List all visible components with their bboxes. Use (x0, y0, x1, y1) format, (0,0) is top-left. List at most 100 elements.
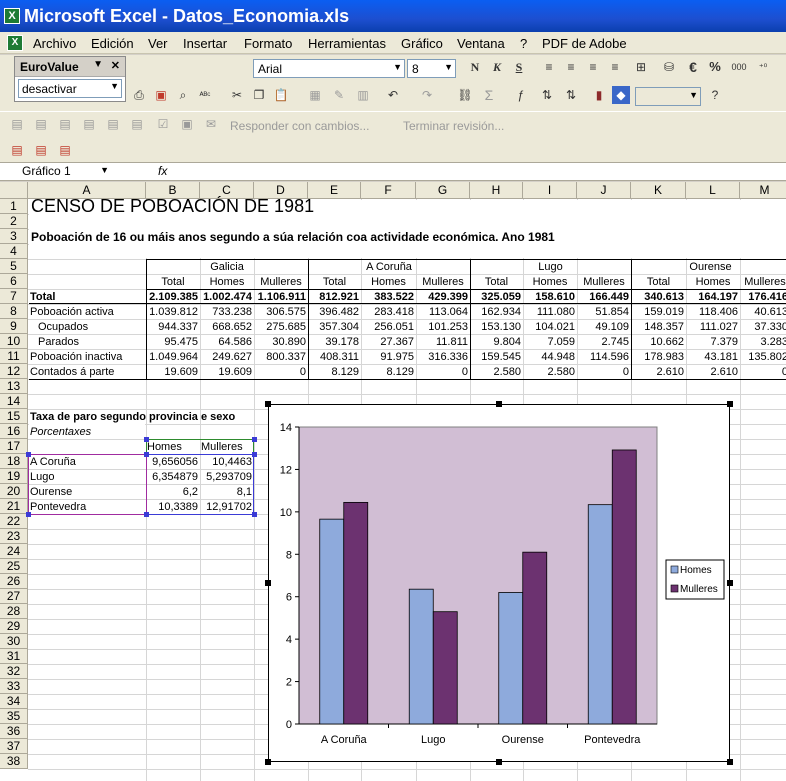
chart-resize-handle[interactable] (496, 401, 502, 407)
thousands-button[interactable]: 000 (728, 58, 750, 76)
increase-decimal-icon[interactable]: ⁺⁰ (754, 58, 772, 76)
bold-button[interactable]: N (466, 58, 484, 76)
spelling-icon[interactable]: ᴬᴮᶜ (196, 86, 214, 104)
menu-archivo[interactable]: Archivo (33, 36, 76, 51)
close-icon[interactable]: ✕ (111, 59, 120, 73)
print-preview-icon[interactable]: ⌕ (174, 86, 192, 104)
row-header-12[interactable]: 12 (0, 364, 28, 379)
function-icon[interactable]: fx (158, 164, 167, 178)
row-header-6[interactable]: 6 (0, 274, 28, 289)
range-handle[interactable] (144, 512, 149, 517)
row-header-37[interactable]: 37 (0, 739, 28, 754)
worksheet-grid[interactable]: A B C D E F G H I J K L M 1 2 3 4 5 6 7 8 9 10 11 12 13 14 15 16 17 18… (0, 182, 786, 781)
menu-herramientas[interactable]: Herramientas (308, 36, 386, 51)
menu-ver[interactable]: Ver (148, 36, 168, 51)
chart-resize-handle[interactable] (496, 759, 502, 765)
review-icon[interactable]: ▤ (104, 115, 122, 133)
chart-wizard-icon[interactable]: ▮ (590, 86, 608, 104)
font-name-combo[interactable]: Arial ▼ (253, 59, 405, 78)
review-icon[interactable]: ▤ (56, 115, 74, 133)
excel-app-icon[interactable]: X (4, 8, 20, 24)
range-handle[interactable] (26, 452, 31, 457)
row-header-13[interactable]: 13 (0, 379, 28, 394)
row-header-5[interactable]: 5 (0, 259, 28, 274)
row-header-34[interactable]: 34 (0, 694, 28, 709)
review-icon[interactable]: ☑ (154, 115, 172, 133)
row-header-23[interactable]: 23 (0, 529, 28, 544)
percent-button[interactable]: % (706, 58, 724, 76)
help-icon[interactable]: ? (706, 86, 724, 104)
range-handle[interactable] (144, 452, 149, 457)
undo-icon[interactable]: ↶ (384, 86, 402, 104)
select-all-corner[interactable] (0, 182, 28, 199)
merge-center-icon[interactable]: ⊞ (632, 58, 650, 76)
font-size-combo[interactable]: 8 ▼ (407, 59, 456, 78)
bar-homes[interactable] (319, 518, 345, 725)
reply-with-changes-button[interactable]: Responder con cambios... (230, 119, 369, 133)
row-header-24[interactable]: 24 (0, 544, 28, 559)
review-icon[interactable]: ▤ (8, 115, 26, 133)
cut-icon[interactable]: ✂ (228, 86, 246, 104)
row-header-15[interactable]: 15 (0, 409, 28, 424)
range-handle[interactable] (26, 512, 31, 517)
euro-format-icon[interactable]: ⛁ (660, 58, 678, 76)
menu-ventana[interactable]: Ventana (457, 36, 505, 51)
sort-descending-icon[interactable]: ⇅ (562, 86, 580, 104)
grid-icon[interactable]: ▥ (354, 86, 372, 104)
row-header-8[interactable]: 8 (0, 304, 28, 319)
eurovalue-select[interactable]: desactivar ▼ (18, 79, 122, 98)
menu-pdf-adobe[interactable]: PDF de Adobe (542, 36, 627, 51)
row-header-17[interactable]: 17 (0, 439, 28, 454)
redo-icon[interactable]: ↷ (418, 86, 436, 104)
bar-mulleres[interactable] (432, 611, 458, 725)
row-header-10[interactable]: 10 (0, 334, 28, 349)
menu-edicion[interactable]: Edición (91, 36, 134, 51)
row-header-25[interactable]: 25 (0, 559, 28, 574)
row-header-18[interactable]: 18 (0, 454, 28, 469)
row-header-9[interactable]: 9 (0, 319, 28, 334)
bar-mulleres[interactable] (522, 551, 548, 725)
row-header-4[interactable]: 4 (0, 244, 28, 259)
document-icon[interactable]: X (7, 35, 23, 51)
align-left-icon[interactable]: ≡ (540, 58, 558, 76)
chevron-down-icon[interactable]: ▼ (93, 59, 103, 70)
row-header-36[interactable]: 36 (0, 724, 28, 739)
row-header-16[interactable]: 16 (0, 424, 28, 439)
underline-button[interactable]: S (510, 58, 528, 76)
bar-homes[interactable] (498, 592, 524, 725)
chart-resize-handle[interactable] (727, 759, 733, 765)
chart-resize-handle[interactable] (265, 401, 271, 407)
embedded-chart[interactable]: 0 2 4 6 8 10 12 14 A Coruña Lugo Ourense Pontevedra… (265, 401, 733, 765)
menu-insertar[interactable]: Insertar (183, 36, 227, 51)
italic-button[interactable]: K (488, 58, 506, 76)
menu-formato[interactable]: Formato (244, 36, 292, 51)
chart-resize-handle[interactable] (265, 759, 271, 765)
row-header-7[interactable]: 7 (0, 289, 28, 304)
pdf-icon[interactable]: ▤ (32, 141, 50, 159)
sort-ascending-icon[interactable]: ⇅ (538, 86, 556, 104)
row-header-1[interactable]: 1 (0, 199, 28, 214)
row-header-29[interactable]: 29 (0, 619, 28, 634)
name-box[interactable]: Gráfico 1 ▼ (0, 163, 115, 180)
row-header-27[interactable]: 27 (0, 589, 28, 604)
row-header-19[interactable]: 19 (0, 469, 28, 484)
review-icon[interactable]: ▤ (128, 115, 146, 133)
pdf-icon[interactable]: ▤ (8, 141, 26, 159)
review-icon[interactable]: ▣ (178, 115, 196, 133)
paste-icon[interactable]: 📋 (272, 86, 290, 104)
row-header-30[interactable]: 30 (0, 634, 28, 649)
range-handle[interactable] (252, 437, 257, 442)
zoom-combo[interactable]: ▼ (635, 87, 701, 106)
format-painter-icon[interactable]: ✎ (330, 86, 348, 104)
menu-grafico[interactable]: Gráfico (401, 36, 443, 51)
justify-icon[interactable]: ≡ (606, 58, 624, 76)
row-header-11[interactable]: 11 (0, 349, 28, 364)
print-icon[interactable]: ⎙ (130, 86, 148, 104)
review-icon[interactable]: ✉ (202, 115, 220, 133)
row-header-21[interactable]: 21 (0, 499, 28, 514)
hyperlink-icon[interactable]: ⛓ (456, 86, 474, 104)
row-header-32[interactable]: 32 (0, 664, 28, 679)
row-header-31[interactable]: 31 (0, 649, 28, 664)
range-handle[interactable] (144, 437, 149, 442)
review-icon[interactable]: ▤ (32, 115, 50, 133)
